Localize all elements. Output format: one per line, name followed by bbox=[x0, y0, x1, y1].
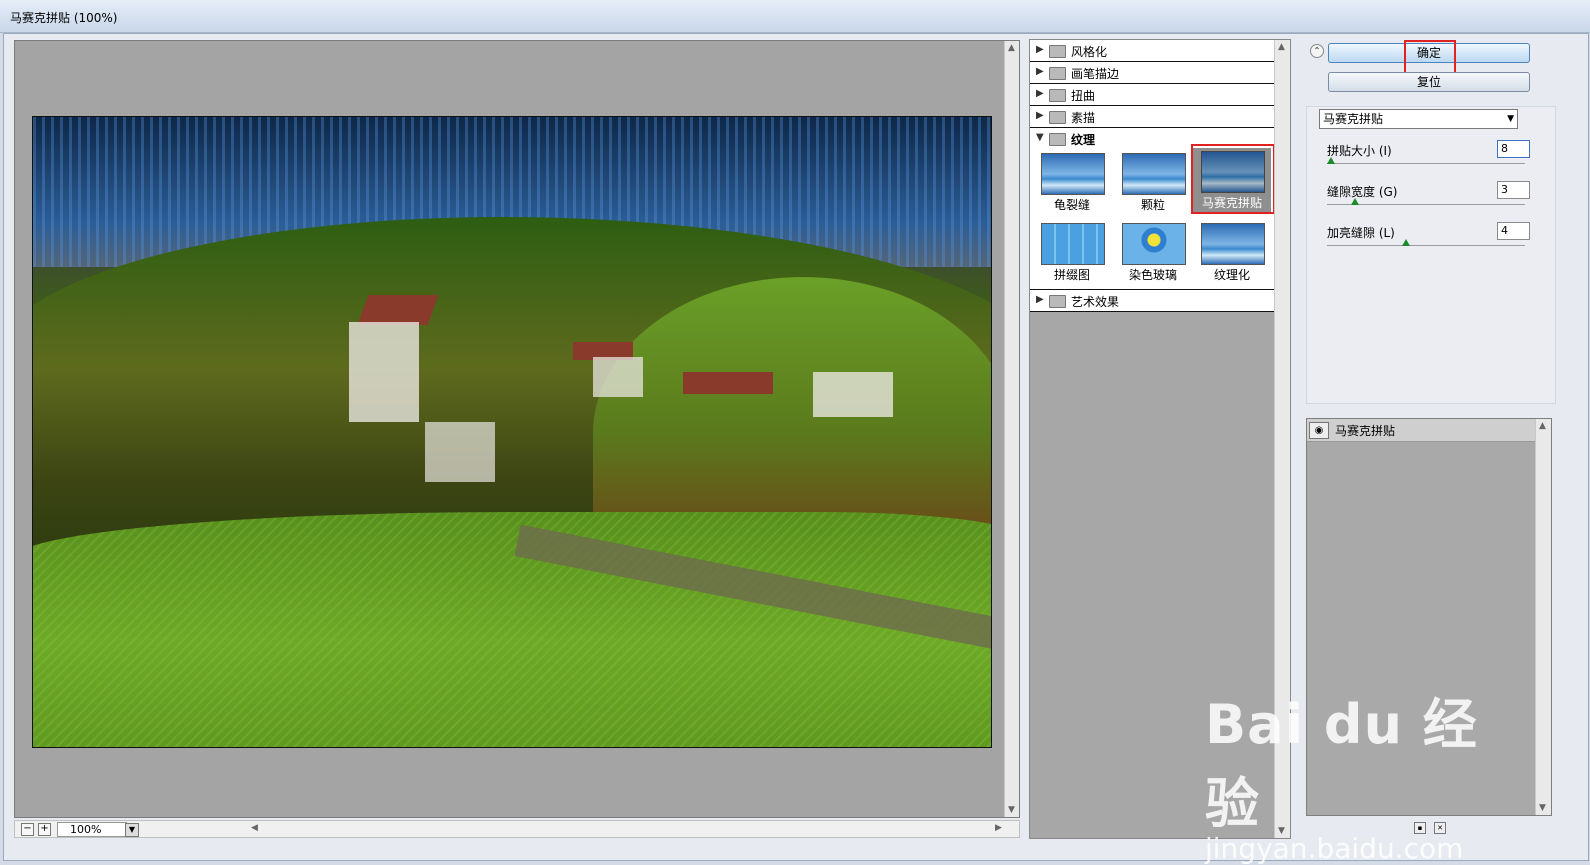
expand-arrow-icon[interactable]: ▶ bbox=[1036, 294, 1044, 305]
category-label: 扭曲 bbox=[1071, 89, 1096, 103]
expand-arrow-icon[interactable]: ▶ bbox=[1036, 66, 1044, 77]
scroll-up-icon[interactable]: ▲ bbox=[1539, 421, 1546, 431]
filter-select[interactable]: 马赛克拼贴 ▼ bbox=[1319, 109, 1518, 129]
preview-vertical-scrollbar[interactable]: ▲ ▼ bbox=[1004, 41, 1019, 817]
preview-pane[interactable]: ▲ ▼ bbox=[14, 40, 1020, 818]
layers-vertical-scrollbar[interactable]: ▲ ▼ bbox=[1535, 419, 1551, 815]
preview-image bbox=[32, 116, 992, 748]
category-label: 纹理 bbox=[1071, 133, 1096, 147]
filter-preview-thumbnail bbox=[1122, 223, 1186, 265]
reset-button[interactable]: 复位 bbox=[1328, 72, 1530, 92]
filter-label: 龟裂缝 bbox=[1053, 198, 1090, 212]
category-distort[interactable]: ▶ 扭曲 bbox=[1030, 84, 1274, 106]
open-folder-icon bbox=[1049, 133, 1066, 146]
lighten-grout-slider[interactable] bbox=[1327, 245, 1525, 246]
category-artistic[interactable]: ▶ 艺术效果 bbox=[1030, 289, 1274, 312]
scroll-left-icon[interactable]: ◀ bbox=[251, 823, 258, 833]
zoom-dropdown-icon[interactable]: ▼ bbox=[125, 823, 139, 837]
dropdown-arrow-icon[interactable]: ▼ bbox=[1507, 110, 1514, 128]
lighten-grout-label: 加亮缝隙 (L) bbox=[1327, 226, 1395, 240]
eye-visibility-icon[interactable]: ◉ bbox=[1309, 422, 1329, 439]
tile-size-input[interactable]: 8 bbox=[1497, 140, 1530, 158]
selection-highlight-box bbox=[1191, 144, 1275, 214]
filter-thumb-grain[interactable]: 颗粒 bbox=[1114, 150, 1192, 216]
filter-select-value: 马赛克拼贴 bbox=[1323, 112, 1384, 126]
filter-label: 拼缀图 bbox=[1053, 268, 1090, 282]
scroll-up-icon[interactable]: ▲ bbox=[1008, 43, 1015, 53]
baidu-watermark: Bai du 经验 jingyan.baidu.com bbox=[1205, 680, 1495, 865]
folder-icon bbox=[1049, 45, 1066, 58]
grout-width-label: 缝隙宽度 (G) bbox=[1327, 185, 1398, 199]
zoom-level-field[interactable]: 100% bbox=[57, 822, 127, 837]
effect-layer-label: 马赛克拼贴 bbox=[1335, 424, 1396, 438]
filter-thumb-stained-glass[interactable]: 染色玻璃 bbox=[1114, 220, 1192, 286]
category-label: 艺术效果 bbox=[1071, 295, 1120, 309]
expand-arrow-icon[interactable]: ▶ bbox=[1036, 88, 1044, 99]
title-bar: 马赛克拼贴 (100%) bbox=[0, 0, 1590, 33]
filter-preview-thumbnail bbox=[1041, 153, 1105, 195]
scroll-right-icon[interactable]: ▶ bbox=[995, 823, 1002, 833]
tile-size-label: 拼贴大小 (I) bbox=[1327, 144, 1392, 158]
filter-preview-thumbnail bbox=[1122, 153, 1186, 195]
folder-icon bbox=[1049, 67, 1066, 80]
collapse-arrow-icon[interactable]: ▼ bbox=[1036, 132, 1044, 143]
filter-thumb-patchwork[interactable]: 拼缀图 bbox=[1033, 220, 1111, 286]
filter-preview-thumbnail bbox=[1201, 223, 1265, 265]
scroll-down-icon[interactable]: ▼ bbox=[1539, 803, 1546, 813]
lighten-grout-input[interactable]: 4 bbox=[1497, 222, 1530, 240]
scroll-down-icon[interactable]: ▼ bbox=[1008, 805, 1015, 815]
filter-label: 纹理化 bbox=[1213, 268, 1250, 282]
effect-layer-row[interactable]: ◉ 马赛克拼贴 bbox=[1307, 419, 1535, 442]
category-sketch[interactable]: ▶ 素描 bbox=[1030, 106, 1274, 128]
lighten-grout-slider-handle[interactable] bbox=[1402, 239, 1411, 246]
category-label: 画笔描边 bbox=[1071, 67, 1120, 81]
expand-arrow-icon[interactable]: ▶ bbox=[1036, 110, 1044, 121]
category-stylize[interactable]: ▶ 风格化 bbox=[1030, 40, 1274, 62]
folder-icon bbox=[1049, 295, 1066, 308]
filter-thumb-craquelure[interactable]: 龟裂缝 bbox=[1033, 150, 1111, 216]
folder-icon bbox=[1049, 89, 1066, 102]
expand-arrow-icon[interactable]: ▶ bbox=[1036, 44, 1044, 55]
filter-preview-thumbnail bbox=[1041, 223, 1105, 265]
category-brush-strokes[interactable]: ▶ 画笔描边 bbox=[1030, 62, 1274, 84]
filter-label: 染色玻璃 bbox=[1128, 268, 1177, 282]
category-label: 风格化 bbox=[1071, 45, 1108, 59]
filter-options: 马赛克拼贴 ▼ 拼贴大小 (I) 8 缝隙宽度 (G) 3 加亮缝隙 (L) 4 bbox=[1306, 106, 1556, 404]
tile-size-slider[interactable] bbox=[1327, 163, 1525, 164]
ok-highlight-box bbox=[1404, 40, 1456, 74]
grout-width-input[interactable]: 3 bbox=[1497, 181, 1530, 199]
filter-thumb-texturizer[interactable]: 纹理化 bbox=[1193, 220, 1271, 286]
folder-icon bbox=[1049, 111, 1066, 124]
zoom-out-button[interactable]: − bbox=[21, 823, 34, 836]
filter-label: 颗粒 bbox=[1140, 198, 1165, 212]
watermark-url: jingyan.baidu.com bbox=[1205, 832, 1464, 865]
scroll-up-icon[interactable]: ▲ bbox=[1278, 42, 1285, 52]
window-title: 马赛克拼贴 (100%) bbox=[10, 11, 118, 25]
watermark-brand: Bai du 经验 bbox=[1205, 693, 1478, 835]
preview-zoom-bar: − + 100% ▼ ◀ ▶ bbox=[14, 820, 1020, 838]
collapse-gallery-icon[interactable]: ⌃ bbox=[1310, 44, 1324, 58]
tile-size-slider-handle[interactable] bbox=[1326, 157, 1335, 164]
category-label: 素描 bbox=[1071, 111, 1096, 125]
zoom-in-button[interactable]: + bbox=[38, 823, 51, 836]
grout-width-slider-handle[interactable] bbox=[1350, 198, 1359, 205]
